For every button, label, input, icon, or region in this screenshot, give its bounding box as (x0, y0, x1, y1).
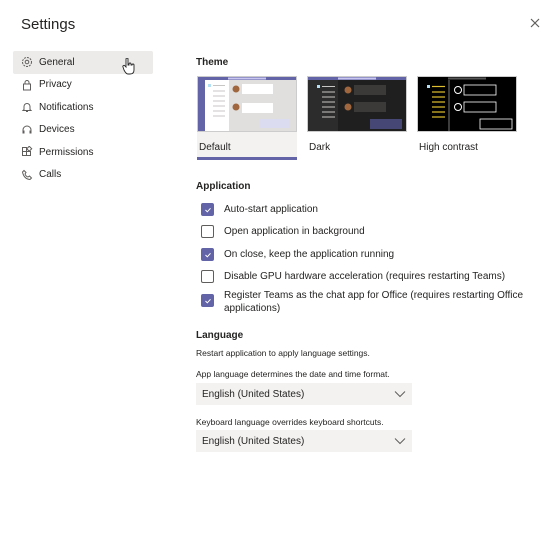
checkbox-disable-gpu[interactable]: Disable GPU hardware acceleration (requi… (201, 270, 524, 283)
theme-label: Dark (309, 142, 331, 153)
page-title: Settings (21, 16, 76, 33)
phone-icon (21, 169, 33, 181)
theme-option-dark[interactable]: Dark (307, 76, 407, 160)
sidebar-item-permissions[interactable]: Permissions (13, 141, 153, 164)
sidebar-item-notifications[interactable]: Notifications (13, 96, 153, 119)
checkbox-checked-icon[interactable] (201, 248, 214, 261)
close-icon[interactable] (528, 16, 542, 30)
chevron-down-icon (394, 438, 406, 445)
lock-icon (21, 79, 33, 91)
gear-icon (21, 56, 33, 68)
theme-label: Default (199, 142, 231, 153)
theme-option-high-contrast[interactable]: High contrast (417, 76, 517, 160)
app-language-select[interactable]: English (United States) (196, 383, 412, 405)
headset-icon (21, 124, 33, 136)
sidebar-item-label: Privacy (39, 79, 72, 91)
sidebar-item-label: Permissions (39, 146, 94, 158)
keyboard-language-value: English (United States) (202, 435, 305, 447)
sidebar-item-label: Devices (39, 124, 75, 136)
language-heading: Language (196, 330, 244, 341)
bell-icon (21, 101, 33, 113)
checkbox-checked-icon[interactable] (201, 203, 214, 216)
checkbox-auto-start[interactable]: Auto-start application (201, 203, 524, 216)
app-language-value: English (United States) (202, 388, 305, 400)
app-language-label: App language determines the date and tim… (196, 369, 390, 379)
application-heading: Application (196, 181, 251, 192)
sidebar-item-label: Notifications (39, 101, 94, 113)
sidebar-item-calls[interactable]: Calls (13, 164, 153, 187)
checkbox-checked-icon[interactable] (201, 294, 214, 307)
sidebar-item-label: Calls (39, 169, 62, 181)
hand-cursor-icon (122, 58, 135, 75)
checkbox-keep-running[interactable]: On close, keep the application running (201, 248, 524, 261)
theme-label: High contrast (419, 142, 478, 153)
checkbox-open-in-background[interactable]: Open application in background (201, 225, 524, 238)
checkbox-register-chat-app[interactable]: Register Teams as the chat app for Offic… (201, 289, 524, 315)
sidebar-item-label: General (39, 56, 75, 68)
sidebar-item-devices[interactable]: Devices (13, 119, 153, 142)
default-theme-preview (197, 76, 297, 132)
theme-heading: Theme (196, 57, 229, 68)
sidebar-item-privacy[interactable]: Privacy (13, 74, 153, 97)
dark-theme-preview (307, 76, 407, 134)
language-note: Restart application to apply language se… (196, 348, 370, 358)
checkbox-unchecked-icon[interactable] (201, 270, 214, 283)
high-contrast-theme-preview (417, 76, 517, 132)
apps-icon (21, 146, 33, 158)
keyboard-language-select[interactable]: English (United States) (196, 430, 412, 452)
checkbox-unchecked-icon[interactable] (201, 225, 214, 238)
keyboard-language-label: Keyboard language overrides keyboard sho… (196, 417, 384, 427)
theme-picker: Default Dark High contrast (197, 76, 517, 160)
chevron-down-icon (394, 391, 406, 398)
theme-option-default[interactable]: Default (197, 76, 297, 160)
